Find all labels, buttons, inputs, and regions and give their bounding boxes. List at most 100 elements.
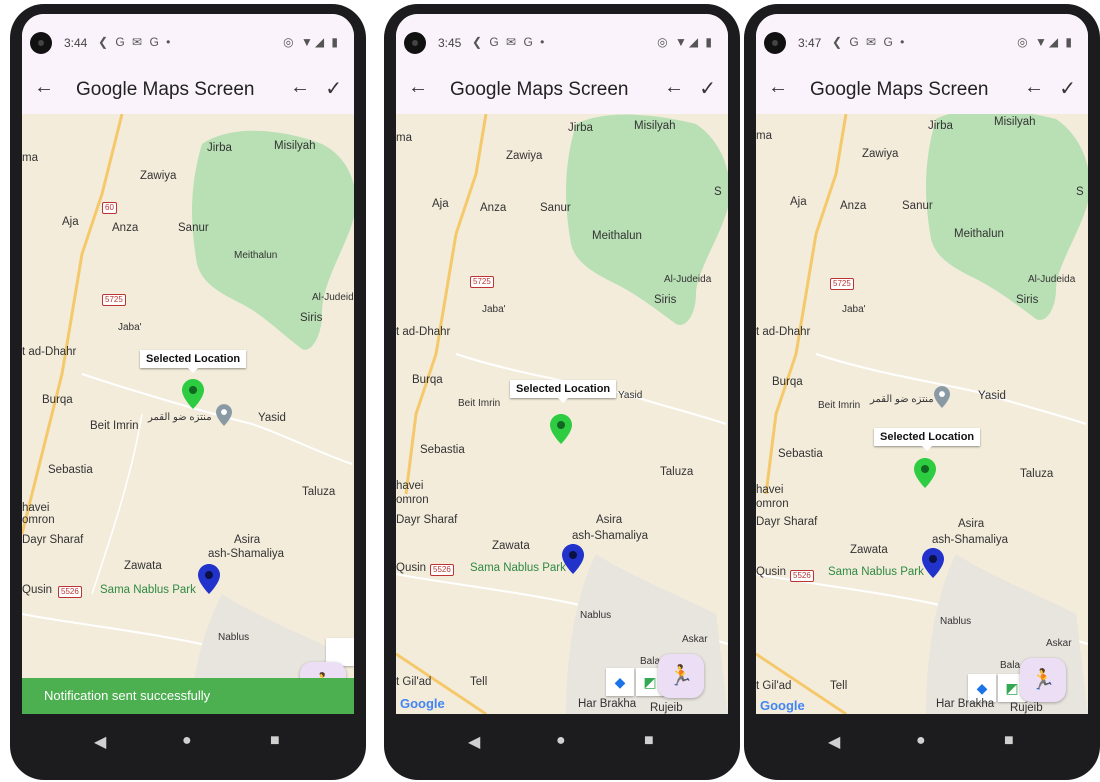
map-label: Askar [682, 634, 708, 645]
map-label: S [1076, 186, 1084, 198]
check-icon[interactable]: ✓ [1059, 76, 1076, 101]
place-pin-icon[interactable] [934, 386, 950, 408]
map-label: ma [22, 152, 38, 164]
phone-frame: 3:45 ❮ G ✉ G • ◎ ▼◢ ▮ ← Google Maps Scre… [384, 4, 740, 780]
road-shield: 5526 [790, 570, 814, 582]
back-arrow-icon[interactable]: ← [664, 76, 684, 99]
blue-map-pin-icon[interactable] [922, 548, 944, 578]
map-label: Dayr Sharaf [396, 514, 458, 526]
map-label: ash-Shamaliya [932, 534, 1009, 546]
map-label: t Gil'ad [756, 680, 792, 692]
map-label: Meithalun [592, 230, 642, 242]
back-arrow-icon[interactable]: ← [1024, 76, 1044, 99]
directions-button[interactable]: ◆ [606, 668, 634, 696]
map-view[interactable]: ma Jirba Misilyah Zawiya 60 Aja Anza San… [22, 114, 354, 714]
map-label: Aja [790, 196, 807, 208]
selected-location-infowindow[interactable]: Selected Location [140, 350, 247, 373]
map-view[interactable]: ma Jirba Misilyah Zawiya S Aja Anza Sanu… [396, 114, 728, 714]
map-label: Sama Nablus Park [828, 566, 924, 578]
map-label: Taluza [302, 486, 336, 498]
notification-snackbar: Notification sent successfully [22, 678, 354, 714]
green-map-pin-icon[interactable] [182, 379, 204, 409]
map-label: Asira [958, 518, 985, 530]
map-label: t Gil'ad [396, 676, 432, 688]
map-label: Al-Judeida [1028, 274, 1076, 285]
map-label: Taluza [1020, 468, 1054, 480]
road-shield: 5725 [102, 294, 126, 306]
map-label: Dayr Sharaf [22, 534, 84, 546]
camera-icon [30, 32, 52, 54]
map-label: Siris [300, 312, 323, 324]
map-label: Sebastia [48, 464, 93, 476]
check-icon[interactable]: ✓ [325, 76, 342, 101]
map-label: Tell [830, 680, 848, 692]
map-label: Sebastia [778, 448, 823, 460]
nav-recents-icon[interactable]: ■ [270, 732, 280, 750]
map-label: Jaba' [482, 304, 506, 315]
nav-bar: ◀ ● ■ [396, 714, 728, 770]
nav-back-icon[interactable]: ◀ [468, 732, 480, 752]
screen: 3:44 ❮ G ✉ G • ◎ ▼◢ ▮ ← Google Maps Scre… [22, 14, 354, 714]
back-arrow-icon[interactable]: ← [290, 76, 310, 99]
nav-back-icon[interactable]: ◀ [94, 732, 106, 752]
map-label: Al-Judeida [312, 292, 354, 303]
nav-home-icon[interactable]: ● [556, 732, 566, 750]
nav-recents-icon[interactable]: ■ [644, 732, 654, 750]
map-label: ash-Shamaliya [572, 530, 649, 542]
map-view[interactable]: ma Jirba Misilyah Zawiya S Aja Anza Sanu… [756, 114, 1088, 714]
map-label: Bala [1000, 660, 1021, 671]
nav-home-icon[interactable]: ● [916, 732, 926, 750]
system-icons: ◎ ▼◢ ▮ [283, 35, 340, 49]
map-label: Jirba [568, 122, 593, 134]
map-label: omron [756, 498, 789, 510]
fab-button[interactable]: 🏃 [1020, 658, 1066, 702]
map-label: omron [22, 514, 55, 526]
map-label: Jaba' [842, 304, 866, 315]
place-pin-icon[interactable] [216, 404, 232, 426]
green-map-pin-icon[interactable] [550, 414, 572, 444]
road-shield: 60 [102, 202, 117, 214]
back-arrow-icon[interactable]: ← [34, 76, 54, 99]
system-icons: ◎ ▼◢ ▮ [1017, 35, 1074, 49]
blue-map-pin-icon[interactable] [198, 564, 220, 594]
status-time: 3:45 [438, 36, 462, 50]
nav-bar: ◀ ● ■ [756, 714, 1088, 770]
map-label: havei [22, 502, 50, 514]
map-label: Sama Nablus Park [470, 562, 566, 574]
green-map-pin-icon[interactable] [914, 458, 936, 488]
nav-home-icon[interactable]: ● [182, 732, 192, 750]
map-label: Zawiya [140, 170, 177, 182]
google-logo: Google [760, 698, 805, 713]
map-label: ma [756, 130, 772, 142]
screen: 3:47 ❮ G ✉ G • ◎ ▼◢ ▮ ← Google Maps Scre… [756, 14, 1088, 714]
map-label: Asira [596, 514, 623, 526]
map-label: Beit Imrin [90, 420, 139, 432]
map-label: Askar [1046, 638, 1072, 649]
selected-location-infowindow[interactable]: Selected Location [874, 428, 981, 451]
google-logo: Google [400, 696, 445, 711]
map-label: Anza [480, 202, 507, 214]
back-arrow-icon[interactable]: ← [768, 76, 788, 99]
back-arrow-icon[interactable]: ← [408, 76, 428, 99]
selected-location-infowindow[interactable]: Selected Location [510, 380, 617, 403]
phone-frame: 3:47 ❮ G ✉ G • ◎ ▼◢ ▮ ← Google Maps Scre… [744, 4, 1100, 780]
status-time: 3:44 [64, 36, 88, 50]
nav-recents-icon[interactable]: ■ [1004, 732, 1014, 750]
notification-icons: ❮ G ✉ G • [472, 35, 547, 49]
map-label: Nablus [218, 632, 250, 643]
fab-button[interactable]: 🏃 [658, 654, 704, 698]
map-label: Qusin [396, 562, 427, 574]
map-label: Zawiya [862, 148, 899, 160]
check-icon[interactable]: ✓ [699, 76, 716, 101]
map-label: Jaba' [118, 322, 142, 333]
map-label: Yasid [618, 390, 643, 401]
map-label: Beit Imrin [458, 398, 501, 409]
map-label: Burqa [412, 374, 443, 386]
nav-back-icon[interactable]: ◀ [828, 732, 840, 752]
map-label: Qusin [22, 584, 53, 596]
map-label: Har Brakha [578, 698, 637, 710]
map-label: Sebastia [420, 444, 465, 456]
nav-bar: ◀ ● ■ [22, 714, 354, 770]
map-label: Misilyah [994, 116, 1036, 128]
road-shield: 5725 [830, 278, 854, 290]
